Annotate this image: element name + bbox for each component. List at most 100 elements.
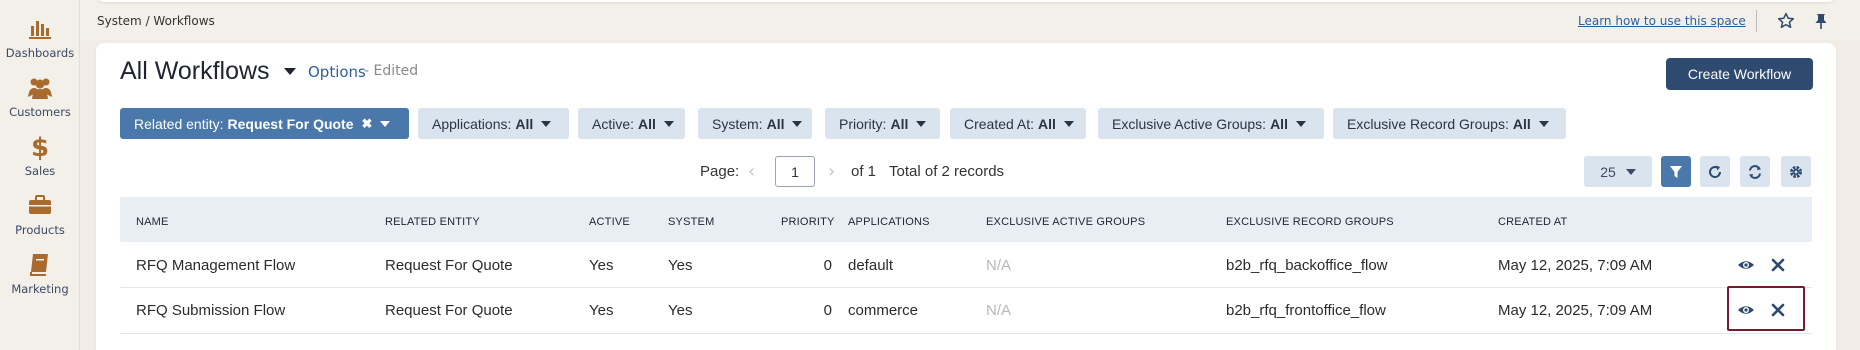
bar-chart-icon (29, 21, 51, 39)
gear-icon (1790, 165, 1802, 178)
users-icon (28, 78, 52, 99)
per-page-select[interactable]: 25 (1584, 156, 1652, 187)
column-header-priority[interactable]: PRIORITY (781, 216, 835, 228)
filter-label: Created At: (964, 115, 1035, 132)
cell-active: Yes (589, 302, 614, 319)
sidebar-item-products[interactable]: Products (0, 191, 80, 237)
column-header-exclusive-active-groups[interactable]: EXCLUSIVE ACTIVE GROUPS (986, 216, 1145, 228)
sidebar-label: Customers (9, 105, 71, 119)
filter-value: All (1270, 115, 1288, 132)
cell-exclusive-record-groups: b2b_rfq_frontoffice_flow (1226, 302, 1386, 319)
column-header-created-at[interactable]: CREATED AT (1498, 216, 1567, 228)
filter-toggle-button[interactable] (1661, 156, 1691, 187)
top-card-edge (96, 0, 1836, 2)
dollar-icon: $ (31, 133, 49, 160)
sidebar-label: Products (15, 223, 65, 237)
chevron-down-icon (380, 120, 391, 127)
cell-active: Yes (589, 257, 614, 274)
close-icon[interactable] (1769, 256, 1787, 274)
svg-text:$: $ (31, 133, 49, 160)
filter-value: All (1038, 115, 1056, 132)
learn-link[interactable]: Learn how to use this space (1578, 14, 1746, 28)
cell-system: Yes (668, 257, 693, 274)
cell-priority: 0 (823, 257, 832, 274)
cell-system: Yes (668, 302, 693, 319)
sidebar-item-sales[interactable]: $ Sales (0, 132, 80, 178)
column-header-system[interactable]: SYSTEM (668, 216, 714, 228)
chevron-down-icon (541, 120, 552, 127)
chevron-down-icon (1538, 120, 1549, 127)
star-icon[interactable] (1777, 12, 1795, 30)
column-header-related-entity[interactable]: RELATED ENTITY (385, 216, 480, 228)
filter-created-at[interactable]: Created At: All (950, 108, 1086, 139)
refresh-button[interactable] (1700, 156, 1730, 187)
filter-value: All (1512, 115, 1531, 132)
cell-name: RFQ Management Flow (136, 257, 296, 274)
row-divider (120, 287, 1812, 288)
sidebar-label: Sales (24, 164, 56, 178)
column-header-applications[interactable]: APPLICATIONS (848, 216, 930, 228)
filter-value: All (515, 115, 534, 132)
chevron-down-icon[interactable] (284, 68, 296, 75)
chevron-right-icon[interactable]: › (828, 161, 835, 182)
filter-value: All (890, 115, 909, 132)
filter-system[interactable]: System: All (698, 108, 812, 139)
chevron-down-icon (1295, 120, 1306, 127)
options-link[interactable]: Options (308, 63, 366, 81)
sidebar-label: Marketing (11, 282, 69, 296)
page-number-input[interactable] (775, 156, 815, 187)
sidebar-item-dashboards[interactable]: Dashboards (0, 14, 80, 60)
filter-label: System: (712, 115, 763, 132)
cell-applications: commerce (848, 302, 919, 319)
chevron-down-icon (1625, 168, 1636, 175)
filter-related-entity[interactable]: Related entity: Request For Quote ✖ (120, 108, 409, 139)
chevron-down-icon (792, 120, 803, 127)
clear-icon[interactable]: ✖ (362, 116, 373, 132)
breadcrumb[interactable]: System / Workflows (97, 14, 215, 28)
filter-active[interactable]: Active: All (578, 108, 685, 139)
column-header-exclusive-record-groups[interactable]: EXCLUSIVE RECORD GROUPS (1226, 216, 1394, 228)
column-header-active[interactable]: ACTIVE (589, 216, 630, 228)
filter-label: Exclusive Active Groups: (1112, 115, 1267, 132)
filter-exclusive-record-groups[interactable]: Exclusive Record Groups: All (1333, 108, 1566, 139)
create-workflow-button[interactable]: Create Workflow (1666, 58, 1813, 90)
filter-label: Active: (592, 115, 635, 132)
cell-priority: 0 (823, 302, 832, 319)
refresh-icon (1709, 165, 1722, 178)
row-divider (120, 333, 1812, 334)
highlight-box (1727, 286, 1805, 331)
sidebar-item-customers[interactable]: Customers (0, 73, 80, 119)
sidebar-item-marketing[interactable]: Marketing (0, 250, 80, 296)
filter-label: Related entity: (134, 115, 224, 132)
settings-button[interactable] (1781, 156, 1811, 187)
sidebar: Dashboards Customers $ Sales Products Ma… (0, 0, 80, 350)
filter-value: All (766, 115, 785, 132)
pager-total: Total of 2 records (889, 163, 1005, 180)
column-header-name[interactable]: NAME (136, 216, 169, 228)
filter-value: All (638, 115, 656, 132)
filter-exclusive-active-groups[interactable]: Exclusive Active Groups: All (1098, 108, 1324, 139)
filter-applications[interactable]: Applications: All (418, 108, 569, 139)
filter-priority[interactable]: Priority: All (825, 108, 940, 139)
pager-of: of 1 (851, 163, 877, 180)
cell-related-entity: Request For Quote (385, 257, 513, 274)
chevron-down-icon (663, 120, 674, 127)
filter-value: Request For Quote (227, 115, 354, 132)
eye-icon[interactable] (1737, 256, 1755, 274)
pager-label: Page: (700, 163, 740, 180)
page-title[interactable]: All Workflows (120, 57, 270, 86)
sidebar-label: Dashboards (5, 46, 75, 60)
cell-created-at: May 12, 2025, 7:09 AM (1498, 257, 1653, 274)
sync-icon (1749, 164, 1761, 179)
chevron-down-icon (916, 120, 927, 127)
divider (1756, 10, 1757, 32)
per-page-value: 25 (1600, 163, 1616, 180)
filter-icon (1670, 165, 1682, 178)
cell-exclusive-active-groups: N/A (986, 257, 1012, 274)
cell-created-at: May 12, 2025, 7:09 AM (1498, 302, 1653, 319)
filter-label: Priority: (839, 115, 887, 132)
filter-label: Applications: (432, 115, 512, 132)
chevron-left-icon[interactable]: ‹ (748, 161, 755, 182)
sync-button[interactable] (1740, 156, 1770, 187)
pin-icon[interactable] (1812, 12, 1830, 30)
